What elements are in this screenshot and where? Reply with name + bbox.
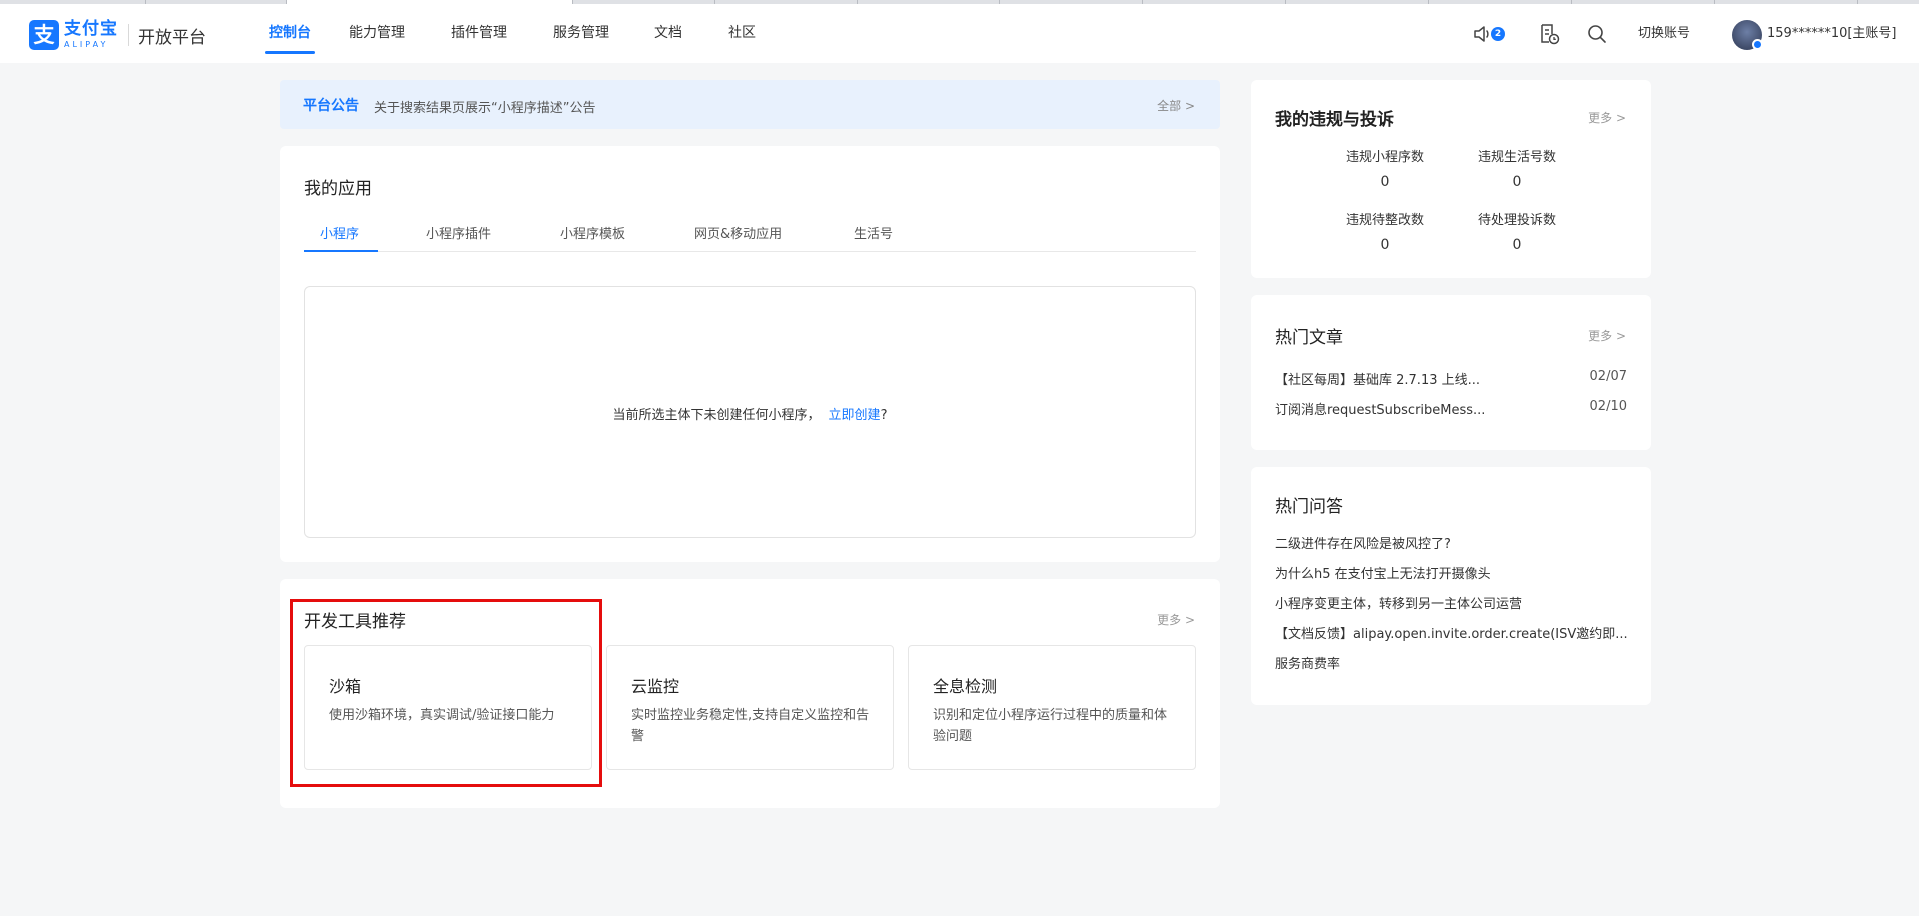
- highlight-annotation-box: [290, 599, 602, 787]
- stat-value: 0: [1380, 174, 1390, 190]
- nav-capability[interactable]: 能力管理: [346, 4, 408, 63]
- hot-articles-more-link[interactable]: 更多 >: [1588, 327, 1626, 344]
- tool-desc: 实时监控业务稳定性,支持自定义监控和告警: [631, 708, 870, 744]
- stat-value: 0: [1380, 237, 1390, 253]
- account-name[interactable]: 159******10[主账号]: [1767, 4, 1897, 63]
- document-history-icon[interactable]: [1538, 22, 1562, 46]
- logo-en-text: ALIPAY: [64, 40, 109, 49]
- tab-mini-program-template[interactable]: 小程序模板: [560, 223, 625, 242]
- hot-articles-card: 热门文章 更多 > 【社区每周】基础库 2.7.13 上线... 02/07 订…: [1251, 295, 1651, 450]
- app-type-tabs: 小程序 小程序插件 小程序模板 网页&移动应用 生活号: [304, 210, 1196, 252]
- top-header: 支 支付宝 ALIPAY 开放平台 控制台 能力管理 插件管理 服务管理 文档 …: [0, 4, 1919, 63]
- platform-name: 开放平台: [138, 27, 206, 48]
- alipay-logo-icon: 支: [29, 20, 59, 50]
- stat-value: 0: [1512, 237, 1522, 253]
- stat-label: 违规小程序数: [1345, 150, 1424, 165]
- nav-service[interactable]: 服务管理: [550, 4, 612, 63]
- platform-notice-bar: 平台公告 关于搜索结果页展示“小程序描述”公告 全部 >: [280, 80, 1220, 129]
- hot-questions-card: 热门问答 二级进件存在风险是被风控了? 为什么h5 在支付宝上无法打开摄像头 小…: [1251, 467, 1651, 705]
- article-date: 02/07: [1589, 369, 1627, 384]
- create-now-link[interactable]: 立即创建: [829, 408, 881, 423]
- stat-value: 0: [1512, 174, 1522, 190]
- search-icon[interactable]: [1587, 22, 1611, 46]
- tool-card-cloud-monitor[interactable]: 云监控 实时监控业务稳定性,支持自定义监控和告警: [606, 645, 894, 770]
- article-link[interactable]: 【社区每周】基础库 2.7.13 上线...: [1275, 369, 1480, 388]
- violations-title: 我的违规与投诉: [1275, 110, 1394, 130]
- notice-all-link[interactable]: 全部 >: [1157, 97, 1195, 114]
- nav-community[interactable]: 社区: [722, 4, 762, 63]
- article-link[interactable]: 订阅消息requestSubscribeMess...: [1275, 399, 1485, 418]
- tool-card-holographic-check[interactable]: 全息检测 识别和定位小程序运行过程中的质量和体验问题: [908, 645, 1196, 770]
- question-link[interactable]: 二级进件存在风险是被风控了?: [1275, 533, 1451, 552]
- dev-tools-more-link[interactable]: 更多 >: [1157, 611, 1195, 628]
- empty-state-text: 当前所选主体下未创建任何小程序，: [612, 408, 821, 423]
- nav-console[interactable]: 控制台: [259, 4, 321, 63]
- stat-label: 违规生活号数: [1477, 150, 1556, 165]
- question-link[interactable]: 【文档反馈】alipay.open.invite.order.create(IS…: [1275, 623, 1628, 642]
- hot-articles-title: 热门文章: [1275, 328, 1343, 348]
- stat-label: 待处理投诉数: [1477, 213, 1556, 228]
- active-tab-indicator: [304, 250, 378, 252]
- notification-badge: 2: [1491, 27, 1505, 41]
- violations-more-link[interactable]: 更多 >: [1588, 109, 1626, 126]
- tab-mini-program[interactable]: 小程序: [320, 223, 359, 242]
- tab-life-account[interactable]: 生活号: [854, 223, 893, 242]
- question-mark: ?: [880, 408, 888, 423]
- nav-docs[interactable]: 文档: [648, 4, 688, 63]
- hot-questions-title: 热门问答: [1275, 497, 1343, 517]
- empty-state-message: 当前所选主体下未创建任何小程序， 立即创建?: [305, 404, 1195, 423]
- tab-web-mobile-app[interactable]: 网页&移动应用: [694, 223, 782, 242]
- my-apps-title: 我的应用: [304, 179, 372, 199]
- notice-tag: 平台公告: [303, 98, 359, 114]
- empty-apps-box: 当前所选主体下未创建任何小程序， 立即创建?: [304, 286, 1196, 538]
- nav-plugin[interactable]: 插件管理: [448, 4, 510, 63]
- switch-account-button[interactable]: 切换账号: [1638, 4, 1690, 63]
- my-apps-card: 我的应用 小程序 小程序插件 小程序模板 网页&移动应用 生活号 当前所选主体下…: [280, 146, 1220, 562]
- logo-cn-text: 支付宝: [64, 19, 118, 39]
- article-date: 02/10: [1589, 399, 1627, 414]
- tool-title: 云监控: [631, 677, 680, 696]
- question-link[interactable]: 为什么h5 在支付宝上无法打开摄像头: [1275, 563, 1491, 582]
- question-link[interactable]: 小程序变更主体，转移到另一主体公司运营: [1275, 593, 1522, 612]
- violations-card: 我的违规与投诉 更多 > 违规小程序数 0 违规生活号数 0 违规待整改数 0 …: [1251, 80, 1651, 278]
- question-link[interactable]: 服务商费率: [1275, 653, 1340, 672]
- notification-speaker-icon[interactable]: 2: [1473, 22, 1505, 46]
- tool-desc: 识别和定位小程序运行过程中的质量和体验问题: [933, 708, 1168, 744]
- tool-title: 全息检测: [933, 677, 998, 696]
- alipay-logo[interactable]: 支 支付宝 ALIPAY 开放平台: [29, 20, 206, 50]
- tab-mini-program-plugin[interactable]: 小程序插件: [426, 223, 491, 242]
- stat-label: 违规待整改数: [1345, 213, 1424, 228]
- avatar-status-icon: [1752, 39, 1763, 50]
- logo-divider: [128, 24, 129, 46]
- notice-text-link[interactable]: 关于搜索结果页展示“小程序描述”公告: [374, 97, 595, 116]
